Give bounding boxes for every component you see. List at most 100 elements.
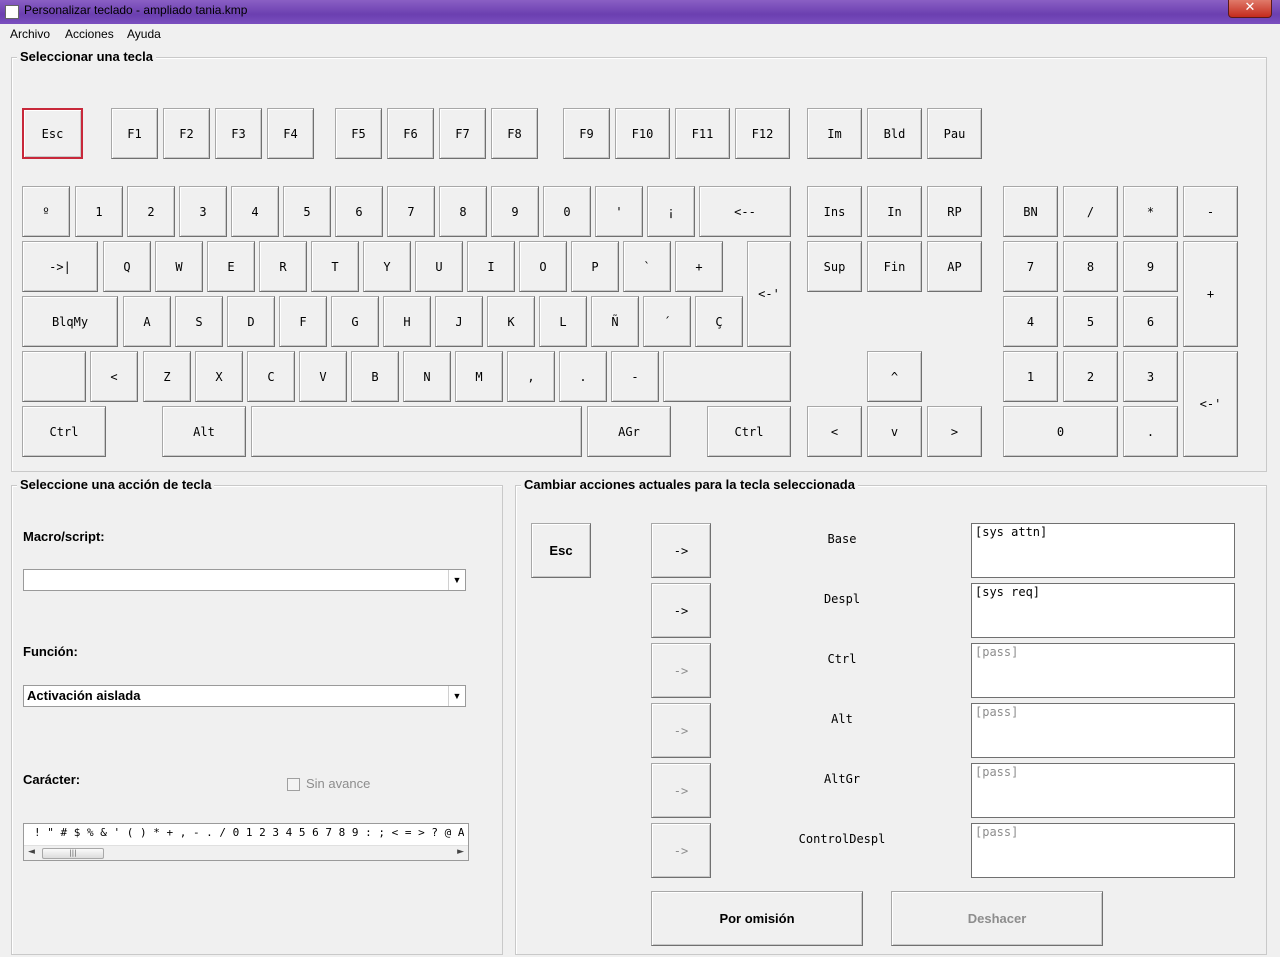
key-space[interactable] — [251, 406, 582, 457]
assign-arrow-button-2[interactable]: -> — [651, 643, 711, 698]
key-row2-12[interactable]: + — [675, 241, 723, 292]
key-row1-8[interactable]: 8 — [439, 186, 487, 237]
key-row3-6[interactable]: H — [383, 296, 431, 347]
key-row1-0[interactable]: º — [22, 186, 70, 237]
key-row3-9[interactable]: L — [539, 296, 587, 347]
key-row2-8[interactable]: I — [467, 241, 515, 292]
key-row1-7[interactable]: 7 — [387, 186, 435, 237]
key-numpad-16[interactable]: . — [1123, 406, 1178, 457]
key-fn-4[interactable]: F4 — [267, 108, 314, 159]
undo-button[interactable]: Deshacer — [891, 891, 1103, 946]
key-row4-10[interactable]: . — [559, 351, 607, 402]
action-value-0[interactable]: [sys attn] — [971, 523, 1235, 578]
scroll-right-icon[interactable]: ► — [457, 847, 464, 857]
key-numpad-15[interactable]: 0 — [1003, 406, 1118, 457]
key-numpad-14[interactable]: <-' — [1183, 351, 1238, 457]
key-row2-4[interactable]: R — [259, 241, 307, 292]
key-numpad-4[interactable]: 7 — [1003, 241, 1058, 292]
key-numpad-2[interactable]: * — [1123, 186, 1178, 237]
key-row2-6[interactable]: Y — [363, 241, 411, 292]
key-row2-9[interactable]: O — [519, 241, 567, 292]
scroll-thumb[interactable]: ||| — [42, 848, 104, 859]
key-row1-6[interactable]: 6 — [335, 186, 383, 237]
key-altgr[interactable]: AGr — [587, 406, 671, 457]
key-row3-8[interactable]: K — [487, 296, 535, 347]
key-row1-4[interactable]: 4 — [231, 186, 279, 237]
key-arrow-left[interactable]: < — [807, 406, 862, 457]
key-row1-1[interactable]: 1 — [75, 186, 123, 237]
key-row1-11[interactable]: ' — [595, 186, 643, 237]
key-row1-3[interactable]: 3 — [179, 186, 227, 237]
key-nav-2[interactable]: RP — [927, 186, 982, 237]
macro-select[interactable]: ▼ — [23, 569, 466, 591]
key-row4-2[interactable]: Z — [143, 351, 191, 402]
close-button[interactable]: ✕ — [1228, 0, 1272, 18]
action-value-4[interactable]: [pass] — [971, 763, 1235, 818]
assign-arrow-button-0[interactable]: -> — [651, 523, 711, 578]
key-row3-10[interactable]: Ñ — [591, 296, 639, 347]
key-fn-9[interactable]: F9 — [563, 108, 610, 159]
key-row2-11[interactable]: ` — [623, 241, 671, 292]
scroll-left-icon[interactable]: ◄ — [28, 847, 35, 857]
key-fn-0[interactable]: Esc — [22, 108, 83, 159]
key-nav-1[interactable]: In — [867, 186, 922, 237]
key-fn-1[interactable]: F1 — [111, 108, 158, 159]
key-fn-2[interactable]: F2 — [163, 108, 210, 159]
key-numpad-8[interactable]: 4 — [1003, 296, 1058, 347]
key-row3-7[interactable]: J — [435, 296, 483, 347]
key-nav-3[interactable]: Sup — [807, 241, 862, 292]
key-fn-8[interactable]: F8 — [491, 108, 538, 159]
function-select[interactable]: Activación aislada ▼ — [23, 685, 466, 707]
key-fn-15[interactable]: Pau — [927, 108, 982, 159]
key-capslock[interactable]: BlqMy — [22, 296, 118, 347]
key-numpad-7[interactable]: + — [1183, 241, 1238, 347]
key-fn-14[interactable]: Bld — [867, 108, 922, 159]
key-row3-4[interactable]: F — [279, 296, 327, 347]
assign-arrow-button-4[interactable]: -> — [651, 763, 711, 818]
key-numpad-10[interactable]: 6 — [1123, 296, 1178, 347]
key-nav-5[interactable]: AP — [927, 241, 982, 292]
key-row3-12[interactable]: Ç — [695, 296, 743, 347]
key-numpad-11[interactable]: 1 — [1003, 351, 1058, 402]
key-fn-12[interactable]: F12 — [735, 108, 790, 159]
key-row1-9[interactable]: 9 — [491, 186, 539, 237]
key-numpad-0[interactable]: BN — [1003, 186, 1058, 237]
menu-archivo[interactable]: Archivo — [10, 27, 50, 41]
key-numpad-5[interactable]: 8 — [1063, 241, 1118, 292]
menu-acciones[interactable]: Acciones — [65, 27, 114, 41]
key-fn-6[interactable]: F6 — [387, 108, 434, 159]
assign-arrow-button-5[interactable]: -> — [651, 823, 711, 878]
key-row2-2[interactable]: W — [155, 241, 203, 292]
key-arrow-up[interactable]: ^ — [867, 351, 922, 402]
key-row1-5[interactable]: 5 — [283, 186, 331, 237]
key-row4-8[interactable]: M — [455, 351, 503, 402]
assign-arrow-button-1[interactable]: -> — [651, 583, 711, 638]
key-nav-0[interactable]: Ins — [807, 186, 862, 237]
key-row2-7[interactable]: U — [415, 241, 463, 292]
key-fn-13[interactable]: Im — [807, 108, 862, 159]
key-ctrl-left[interactable]: Ctrl — [22, 406, 106, 457]
key-row4-6[interactable]: B — [351, 351, 399, 402]
key-row3-1[interactable]: A — [123, 296, 171, 347]
key-fn-10[interactable]: F10 — [615, 108, 670, 159]
key-row1-10[interactable]: 0 — [543, 186, 591, 237]
key-arrow-down[interactable]: v — [867, 406, 922, 457]
key-fn-7[interactable]: F7 — [439, 108, 486, 159]
action-value-2[interactable]: [pass] — [971, 643, 1235, 698]
key-row2-10[interactable]: P — [571, 241, 619, 292]
key-ctrl-right[interactable]: Ctrl — [707, 406, 791, 457]
key-row4-5[interactable]: V — [299, 351, 347, 402]
key-tab[interactable]: ->| — [22, 241, 98, 292]
key-numpad-9[interactable]: 5 — [1063, 296, 1118, 347]
key-row4-11[interactable]: - — [611, 351, 659, 402]
key-enter[interactable]: <-' — [747, 241, 791, 347]
key-fn-3[interactable]: F3 — [215, 108, 262, 159]
key-row4-3[interactable]: X — [195, 351, 243, 402]
key-row2-1[interactable]: Q — [103, 241, 151, 292]
key-shift-right[interactable] — [663, 351, 791, 402]
key-arrow-right[interactable]: > — [927, 406, 982, 457]
action-value-3[interactable]: [pass] — [971, 703, 1235, 758]
key-fn-11[interactable]: F11 — [675, 108, 730, 159]
key-numpad-3[interactable]: - — [1183, 186, 1238, 237]
key-row2-5[interactable]: T — [311, 241, 359, 292]
